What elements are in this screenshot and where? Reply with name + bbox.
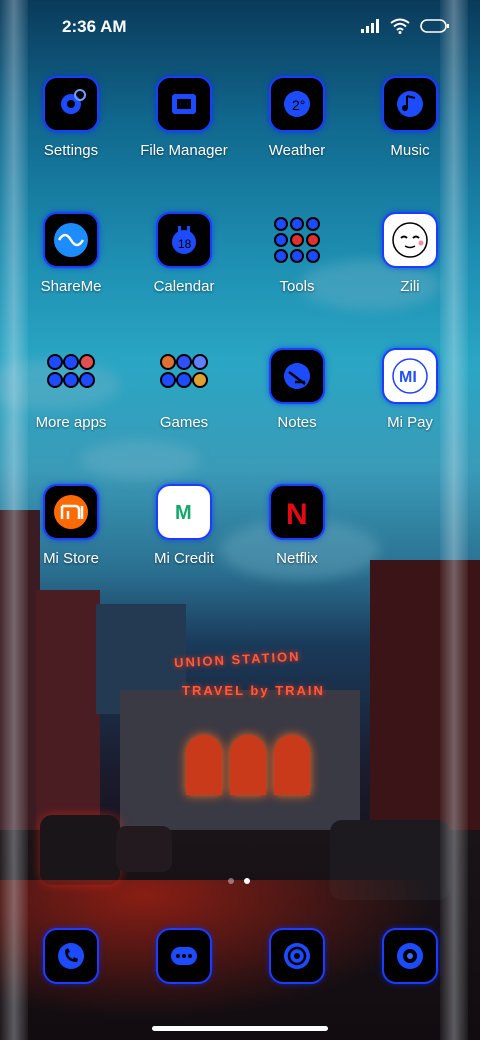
zili-icon: [382, 212, 438, 268]
dock-browser[interactable]: [241, 928, 353, 984]
settings-icon: [43, 76, 99, 132]
union-station-sign: UNION STATION: [173, 648, 301, 671]
mi-credit-glyph: M: [175, 502, 192, 524]
app-file-manager[interactable]: File Manager: [128, 76, 240, 160]
more-apps-folder-icon: [43, 348, 99, 404]
netflix-icon: N: [269, 484, 325, 540]
app-games-folder[interactable]: Games: [128, 348, 240, 432]
gesture-bar[interactable]: [152, 1026, 328, 1031]
app-label: Notes: [277, 414, 317, 431]
music-icon: [382, 76, 438, 132]
app-label: Games: [159, 414, 209, 431]
page-dot-1[interactable]: [228, 878, 234, 884]
app-more-apps-folder[interactable]: More apps: [15, 348, 127, 432]
wifi-icon: [390, 18, 410, 34]
app-label: Settings: [43, 142, 99, 159]
dock-phone[interactable]: [15, 928, 127, 984]
travel-by-train-sign: TRAVEL by TRAIN: [182, 683, 325, 698]
app-music[interactable]: Music: [354, 76, 466, 160]
dock-messaging[interactable]: [128, 928, 240, 984]
app-label: Music: [390, 142, 430, 159]
shareme-icon: [43, 212, 99, 268]
status-bar: 2:36 AM: [0, 0, 480, 56]
camera-icon: [382, 928, 438, 984]
app-notes[interactable]: Notes: [241, 348, 353, 432]
app-shareme[interactable]: ShareMe: [15, 212, 127, 296]
page-indicator[interactable]: [228, 878, 250, 884]
app-settings[interactable]: Settings: [15, 76, 127, 160]
games-folder-icon: [156, 348, 212, 404]
app-label: Mi Pay: [387, 414, 433, 431]
clock: 2:36 AM: [62, 17, 127, 36]
weather-icon: 2°: [269, 76, 325, 132]
calendar-icon: 18: [156, 212, 212, 268]
app-label: Mi Store: [43, 550, 99, 567]
app-calendar[interactable]: 18 Calendar: [128, 212, 240, 296]
mi-pay-glyph: MI: [399, 369, 417, 386]
file-manager-icon: [156, 76, 212, 132]
app-tools[interactable]: Tools: [241, 212, 353, 296]
app-mi-pay[interactable]: MI Mi Pay: [354, 348, 466, 432]
app-label: Mi Credit: [153, 550, 214, 567]
app-label: Weather: [268, 142, 326, 159]
svg-text:2°: 2°: [292, 97, 305, 113]
app-zili[interactable]: Zili: [354, 212, 466, 296]
app-label: More apps: [35, 414, 107, 431]
mi-store-icon: [43, 484, 99, 540]
mi-credit-icon: M: [156, 484, 212, 540]
app-netflix[interactable]: N Netflix: [241, 484, 353, 568]
app-label: Tools: [279, 278, 315, 295]
tools-folder-icon: [269, 212, 325, 268]
browser-icon: [269, 928, 325, 984]
mi-pay-icon: MI: [382, 348, 438, 404]
app-label: File Manager: [140, 142, 228, 159]
signal-icon: [360, 19, 380, 33]
messaging-icon: [156, 928, 212, 984]
phone-icon: [43, 928, 99, 984]
app-label: ShareMe: [40, 278, 102, 295]
app-mi-store[interactable]: Mi Store: [15, 484, 127, 568]
notes-icon: [269, 348, 325, 404]
app-mi-credit[interactable]: M Mi Credit: [128, 484, 240, 568]
netflix-glyph: N: [286, 498, 308, 530]
app-label: Zili: [400, 278, 420, 295]
battery-icon: [420, 19, 450, 33]
svg-text:18: 18: [178, 237, 192, 251]
app-label: Netflix: [276, 550, 318, 567]
app-weather[interactable]: 2° Weather: [241, 76, 353, 160]
dock-camera[interactable]: [354, 928, 466, 984]
app-label: Calendar: [153, 278, 215, 295]
page-dot-2[interactable]: [244, 878, 250, 884]
dock: [0, 928, 480, 988]
